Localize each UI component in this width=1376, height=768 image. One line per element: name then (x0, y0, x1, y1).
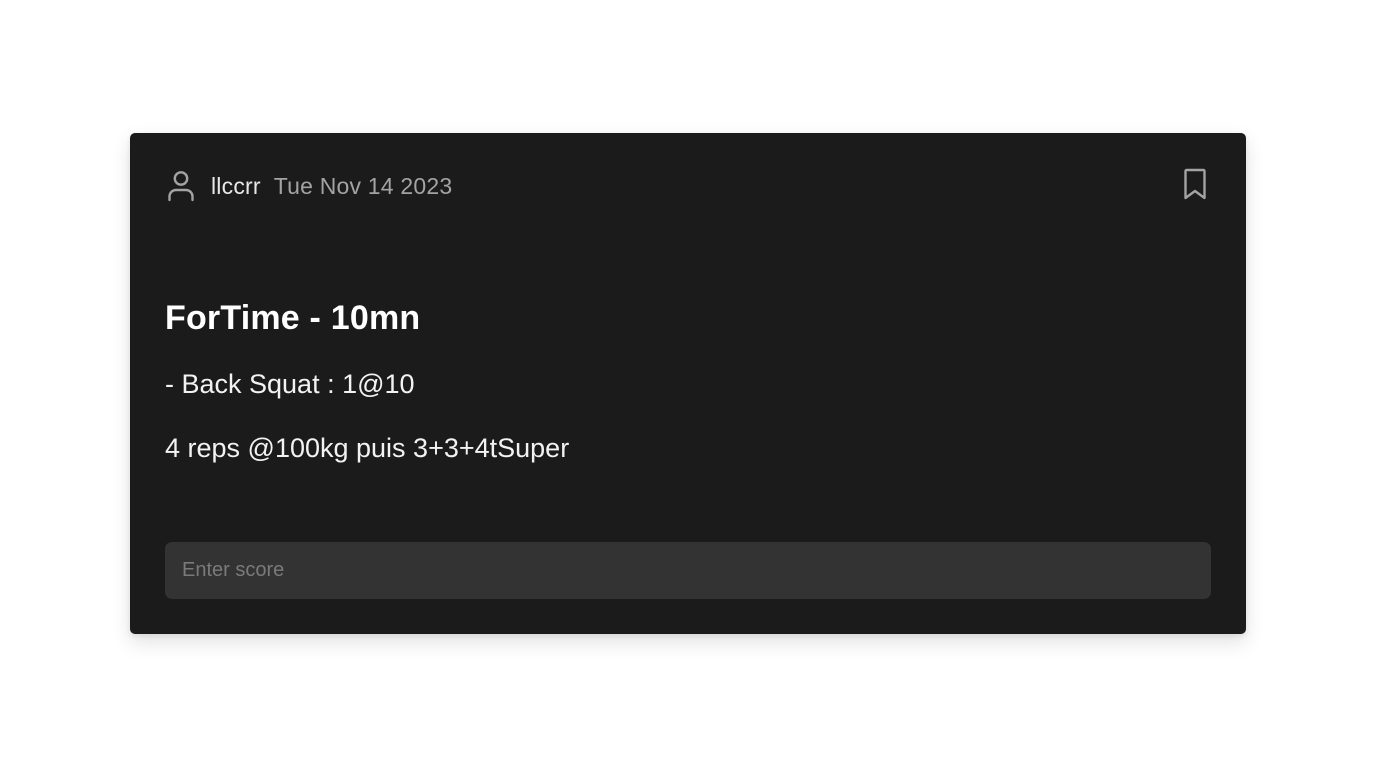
bookmark-button[interactable] (1180, 168, 1210, 205)
workout-line: 4 reps @100kg puis 3+3+4tSuper (165, 433, 570, 463)
user-icon (166, 169, 196, 203)
workout-title: ForTime - 10mn (165, 299, 421, 337)
score-input[interactable] (165, 542, 1211, 599)
post-date: Tue Nov 14 2023 (273, 172, 453, 199)
workout-line: - Back Squat : 1@10 (165, 369, 415, 399)
workout-card: llccrr Tue Nov 14 2023 ForTime - 10mn - … (130, 133, 1246, 634)
author-username[interactable]: llccrr (211, 173, 261, 200)
card-header: llccrr Tue Nov 14 2023 (166, 168, 1210, 205)
bookmark-icon (1182, 168, 1208, 205)
